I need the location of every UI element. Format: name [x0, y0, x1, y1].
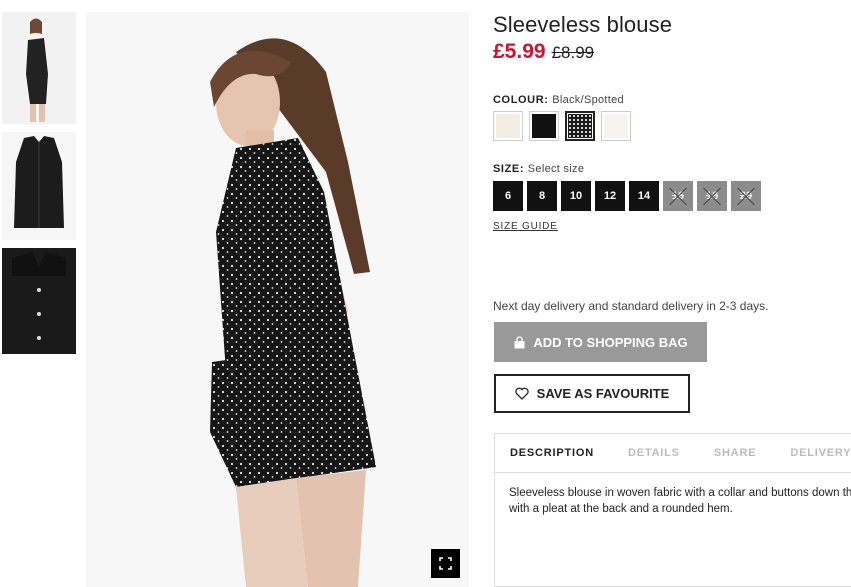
expand-icon — [439, 557, 452, 570]
size-label-row: SIZE: Select size — [493, 163, 584, 175]
price-row: £5.99 £8.99 — [493, 40, 594, 64]
shopping-bag-icon — [514, 335, 525, 348]
size-option-10[interactable]: 10 — [561, 181, 591, 211]
colour-label: COLOUR: — [493, 94, 549, 106]
size-option-6[interactable]: 6 — [493, 181, 523, 211]
size-option-20[interactable]: 20 — [731, 181, 761, 211]
size-option-18[interactable]: 18 — [697, 181, 727, 211]
tab-bar: DESCRIPTION DETAILS SHARE DELIVERY — [495, 434, 851, 473]
swatch-white[interactable] — [601, 111, 631, 141]
heart-icon — [515, 387, 529, 400]
size-option-12[interactable]: 12 — [595, 181, 625, 211]
swatch-black-spotted[interactable] — [565, 111, 595, 141]
main-product-image — [86, 12, 469, 587]
thumbnail-front[interactable] — [2, 132, 76, 240]
save-favourite-label: SAVE AS FAVOURITE — [536, 386, 670, 401]
thumbnail-model[interactable] — [2, 12, 76, 124]
description-line-2: with a pleat at the back and a rounded h… — [509, 503, 733, 515]
sale-price: £5.99 — [493, 40, 546, 63]
add-to-bag-button[interactable]: ADD TO SHOPPING BAG — [494, 322, 707, 362]
tab-details[interactable]: DETAILS — [628, 447, 680, 459]
tab-delivery[interactable]: DELIVERY — [790, 447, 851, 459]
product-title: Sleeveless blouse — [493, 12, 673, 37]
size-guide-link[interactable]: SIZE GUIDE — [493, 221, 558, 232]
colour-selected-value: Black/Spotted — [552, 94, 624, 106]
description-line-1: Sleeveless blouse in woven fabric with a… — [509, 487, 851, 499]
swatch-cream[interactable] — [493, 111, 523, 141]
tab-description[interactable]: DESCRIPTION — [510, 447, 594, 459]
thumbnail-detail[interactable] — [2, 248, 76, 354]
delivery-info: Next day delivery and standard delivery … — [493, 299, 769, 313]
size-option-16[interactable]: 16 — [663, 181, 693, 211]
product-info-tabs: DESCRIPTION DETAILS SHARE DELIVERY Sleev… — [494, 433, 851, 587]
add-to-bag-label: ADD TO SHOPPING BAG — [533, 334, 688, 350]
save-favourite-button[interactable]: SAVE AS FAVOURITE — [494, 374, 690, 413]
expand-image-button[interactable] — [431, 549, 460, 578]
size-options: 6 8 10 12 14 16 18 20 — [493, 181, 761, 211]
thumbnail-list — [2, 12, 76, 362]
size-label: SIZE: — [493, 163, 525, 175]
colour-swatches — [493, 111, 631, 141]
size-prompt: Select size — [527, 163, 585, 175]
tab-share[interactable]: SHARE — [714, 447, 757, 459]
swatch-black[interactable] — [529, 111, 559, 141]
original-price: £8.99 — [551, 43, 595, 62]
size-option-8[interactable]: 8 — [527, 181, 557, 211]
description-panel: Sleeveless blouse in woven fabric with a… — [495, 473, 851, 529]
colour-label-row: COLOUR: Black/Spotted — [493, 94, 624, 106]
size-option-14[interactable]: 14 — [629, 181, 659, 211]
